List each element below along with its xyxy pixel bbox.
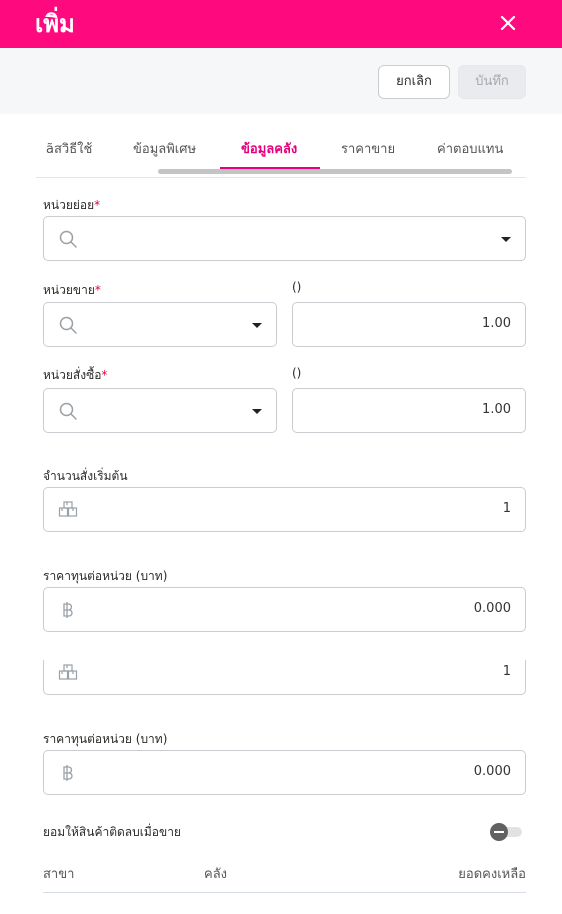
tab-commission[interactable]: ค่าตอบแทน: [437, 138, 503, 159]
repeated-section: 1: [0, 660, 562, 700]
search-icon: [58, 315, 78, 335]
initial-qty-value: 1: [502, 501, 511, 516]
sub-unit-select[interactable]: [43, 216, 526, 261]
initial-qty-input[interactable]: 1: [43, 487, 526, 532]
header-bar: เพิ่ม: [0, 0, 562, 48]
tab-inventory[interactable]: ข้อมูลคลัง: [241, 138, 297, 159]
purchase-ratio-input[interactable]: 1.00: [292, 388, 526, 433]
stock-table-header: สาขา คลัง ยอดคงเหลือ: [43, 855, 526, 893]
allow-negative-toggle[interactable]: [490, 823, 522, 841]
caret-down-icon: [501, 237, 511, 242]
purchase-unit-label: หน่วยสั่งซื้อ*: [43, 368, 108, 382]
purchase-unit-select[interactable]: [43, 388, 277, 433]
caret-down-icon: [252, 323, 262, 328]
sub-unit-label: หน่วยย่อย*: [43, 198, 101, 212]
initial-qty-value-2: 1: [502, 664, 511, 679]
search-icon: [58, 401, 78, 421]
unit-cost-label-2: ราคาทุนต่อหน่วย (บาท): [43, 732, 168, 746]
close-icon[interactable]: [499, 14, 517, 32]
column-balance: ยอดคงเหลือ: [458, 867, 526, 882]
allow-negative-label: ยอมให้สินค้าติดลบเมื่อขาย: [43, 825, 181, 839]
initial-qty-label: จำนวนสั่งเริ่มต้น: [43, 469, 128, 483]
cancel-button[interactable]: ยกเลิก: [378, 65, 450, 99]
initial-qty-input-2[interactable]: 1: [43, 660, 526, 695]
sale-ratio-input[interactable]: 1.00: [292, 302, 526, 347]
toggle-off-icon: [490, 823, 508, 841]
tab-bar: ãสวิธีใช้ ข้อมูลพิเศษ ข้อมูลคลัง ราคาขาย…: [36, 124, 526, 178]
page-title: เพิ่ม: [35, 10, 75, 38]
boxes-icon: [58, 663, 78, 683]
save-button[interactable]: บันทึก: [458, 65, 526, 99]
baht-icon: [58, 600, 78, 620]
tab-scrollbar[interactable]: [158, 169, 512, 174]
sale-ratio-label: (): [292, 280, 302, 294]
purchase-ratio-value: 1.00: [482, 402, 511, 417]
column-branch: สาขา: [43, 867, 75, 882]
required-mark: *: [94, 283, 101, 297]
sale-ratio-value: 1.00: [482, 316, 511, 331]
action-toolbar: ยกเลิก บันทึก: [0, 48, 562, 114]
unit-cost-label: ราคาทุนต่อหน่วย (บาท): [43, 569, 168, 583]
unit-cost-input[interactable]: 0.000: [43, 587, 526, 632]
tab-extra-info[interactable]: ข้อมูลพิเศษ: [133, 138, 196, 159]
search-icon: [58, 229, 78, 249]
baht-icon: [58, 763, 78, 783]
tab-sale-price[interactable]: ราคาขาย: [341, 138, 395, 159]
sale-unit-label: หน่วยขาย*: [43, 283, 101, 297]
purchase-ratio-label: (): [292, 366, 302, 380]
caret-down-icon: [252, 409, 262, 414]
required-mark: *: [94, 198, 101, 212]
sale-unit-select[interactable]: [43, 302, 277, 347]
column-warehouse: คลัง: [204, 867, 228, 882]
unit-cost-value-2: 0.000: [473, 764, 511, 779]
tab-usage[interactable]: ãสวิธีใช้: [46, 138, 92, 159]
unit-cost-input-2[interactable]: 0.000: [43, 750, 526, 795]
required-mark: *: [101, 368, 108, 382]
boxes-icon: [58, 500, 78, 520]
unit-cost-value: 0.000: [473, 601, 511, 616]
